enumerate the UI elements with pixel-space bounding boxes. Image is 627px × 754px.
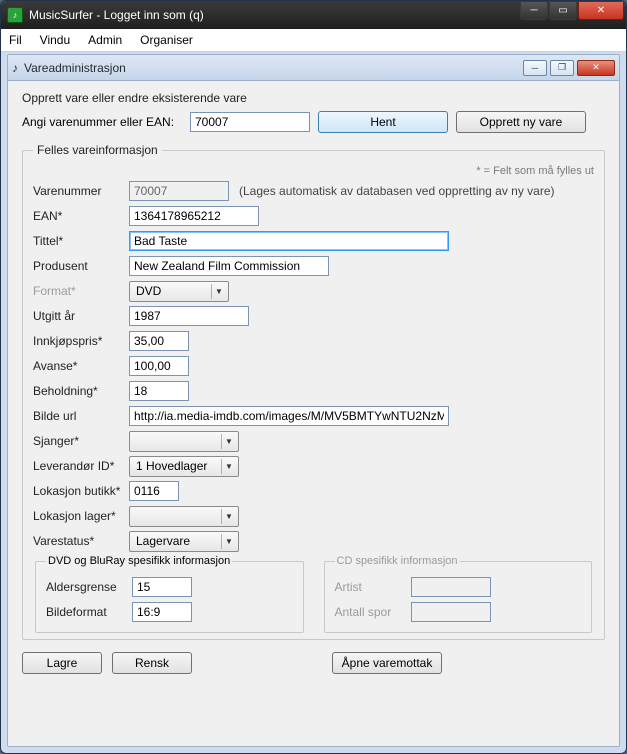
varenummer-field (129, 181, 229, 201)
titlebar[interactable]: ♪ MusicSurfer - Logget inn som (q) ─ ▭ ✕ (1, 1, 626, 29)
ean-field[interactable] (129, 206, 259, 226)
menu-vindu[interactable]: Vindu (40, 33, 70, 47)
bottom-buttons: Lagre Rensk Åpne varemottak (22, 652, 605, 674)
inner-restore-button[interactable]: ❐ (550, 60, 574, 76)
intro-text: Opprett vare eller endre eksisterende va… (22, 91, 605, 105)
content-area: Opprett vare eller endre eksisterende va… (8, 81, 619, 746)
subgroups: DVD og BluRay spesifikk informasjon Alde… (33, 555, 594, 633)
close-icon: ✕ (597, 5, 605, 16)
sjanger-select[interactable]: ▼ (129, 431, 239, 452)
innkjop-field[interactable] (129, 331, 189, 351)
antallspor-field (411, 602, 491, 622)
close-button[interactable]: ✕ (578, 2, 624, 20)
cd-group: CD spesifikk informasjon Artist Antall s… (324, 555, 593, 633)
mdi-client: ♪ Vareadministrasjon ─ ❐ ✕ Opprett vare … (7, 54, 620, 747)
inner-titlebar[interactable]: ♪ Vareadministrasjon ─ ❐ ✕ (8, 55, 619, 81)
menu-admin[interactable]: Admin (88, 33, 122, 47)
window-title: MusicSurfer - Logget inn som (q) (29, 8, 519, 22)
format-select[interactable]: DVD ▼ (129, 281, 229, 302)
menu-organiser[interactable]: Organiser (140, 33, 193, 47)
menu-fil[interactable]: Fil (9, 33, 22, 47)
lokbutikk-label: Lokasjon butikk* (33, 484, 123, 498)
loklager-select[interactable]: ▼ (129, 506, 239, 527)
utgitt-field[interactable] (129, 306, 249, 326)
artist-field (411, 577, 491, 597)
varenummer-label: Varenummer (33, 184, 123, 198)
search-input[interactable] (190, 112, 310, 132)
avanse-field[interactable] (129, 356, 189, 376)
varenummer-hint: (Lages automatisk av databasen ved oppre… (239, 184, 555, 198)
inner-minimize-button[interactable]: ─ (523, 60, 547, 76)
bildeurl-field[interactable] (129, 406, 449, 426)
beholdning-field[interactable] (129, 381, 189, 401)
dvd-legend: DVD og BluRay spesifikk informasjon (46, 555, 232, 567)
chevron-down-icon: ▼ (211, 284, 226, 299)
inner-window-title: Vareadministrasjon (24, 61, 126, 75)
bildeformat-label: Bildeformat (46, 605, 126, 619)
utgitt-label: Utgitt år (33, 309, 123, 323)
innkjop-label: Innkjøpspris* (33, 334, 123, 348)
artist-label: Artist (335, 580, 405, 594)
varestatus-value: Lagervare (136, 534, 190, 548)
hent-button[interactable]: Hent (318, 111, 448, 133)
chevron-down-icon: ▼ (221, 434, 236, 449)
main-window: ♪ MusicSurfer - Logget inn som (q) ─ ▭ ✕… (0, 0, 627, 754)
antallspor-label: Antall spor (335, 605, 405, 619)
window-controls: ─ ▭ ✕ (519, 2, 624, 22)
felles-vareinfo-group: Felles vareinformasjon * = Felt som må f… (22, 143, 605, 640)
dvd-group: DVD og BluRay spesifikk informasjon Alde… (35, 555, 304, 633)
close-icon: ✕ (592, 62, 600, 73)
varestatus-label: Varestatus* (33, 534, 123, 548)
aldersgrense-field[interactable] (132, 577, 192, 597)
inner-app-icon: ♪ (12, 61, 18, 75)
bildeformat-field[interactable] (132, 602, 192, 622)
lokbutikk-field[interactable] (129, 481, 179, 501)
chevron-down-icon: ▼ (221, 534, 236, 549)
produsent-label: Produsent (33, 259, 123, 273)
produsent-field[interactable] (129, 256, 329, 276)
tittel-field[interactable] (129, 231, 449, 251)
format-label: Format* (33, 284, 123, 298)
aldersgrense-label: Aldersgrense (46, 580, 126, 594)
restore-icon: ❐ (558, 62, 566, 73)
format-value: DVD (136, 284, 161, 298)
bildeurl-label: Bilde url (33, 409, 123, 423)
apne-varemottak-button[interactable]: Åpne varemottak (332, 652, 442, 674)
required-hint: * = Felt som må fylles ut (33, 165, 594, 177)
sjanger-label: Sjanger* (33, 434, 123, 448)
chevron-down-icon: ▼ (221, 459, 236, 474)
loklager-label: Lokasjon lager* (33, 509, 123, 523)
felles-vareinfo-legend: Felles vareinformasjon (33, 143, 162, 157)
leverandor-value: 1 Hovedlager (136, 459, 207, 473)
cd-legend: CD spesifikk informasjon (335, 555, 460, 567)
inner-close-button[interactable]: ✕ (577, 60, 615, 76)
chevron-down-icon: ▼ (221, 509, 236, 524)
menubar: Fil Vindu Admin Organiser (1, 29, 626, 52)
leverandor-select[interactable]: 1 Hovedlager ▼ (129, 456, 239, 477)
avanse-label: Avanse* (33, 359, 123, 373)
search-row: Angi varenummer eller EAN: Hent Opprett … (22, 111, 605, 133)
app-icon: ♪ (7, 7, 23, 23)
rensk-button[interactable]: Rensk (112, 652, 192, 674)
maximize-button[interactable]: ▭ (549, 2, 577, 20)
opprett-ny-vare-button[interactable]: Opprett ny vare (456, 111, 586, 133)
ean-label: EAN* (33, 209, 123, 223)
beholdning-label: Beholdning* (33, 384, 123, 398)
maximize-icon: ▭ (558, 5, 567, 16)
leverandor-label: Leverandør ID* (33, 459, 123, 473)
minimize-icon: ─ (530, 5, 537, 16)
varestatus-select[interactable]: Lagervare ▼ (129, 531, 239, 552)
minimize-icon: ─ (532, 63, 538, 73)
tittel-label: Tittel* (33, 234, 123, 248)
search-label: Angi varenummer eller EAN: (22, 115, 182, 129)
lagre-button[interactable]: Lagre (22, 652, 102, 674)
minimize-button[interactable]: ─ (520, 2, 548, 20)
